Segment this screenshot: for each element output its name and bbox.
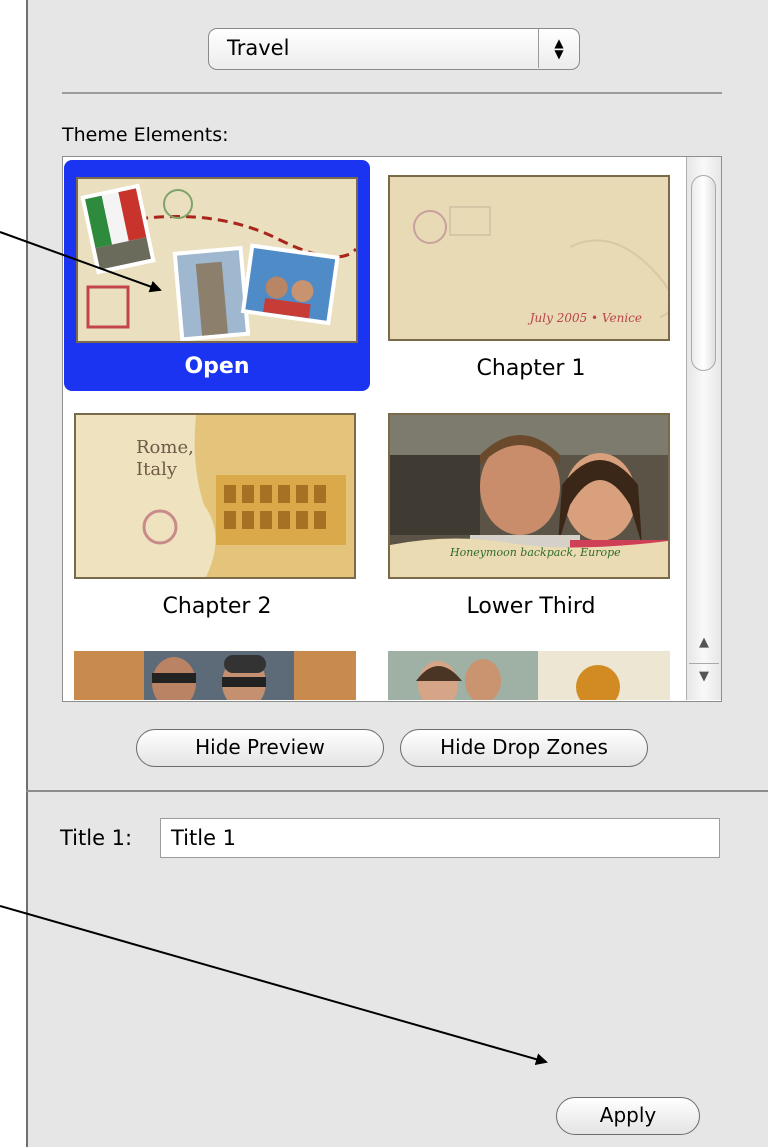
hide-preview-button[interactable]: Hide Preview bbox=[136, 729, 384, 767]
scroll-down-icon[interactable]: ▼ bbox=[687, 669, 721, 684]
theme-element-chapter-1[interactable]: July 2005 • Venice Chapter 1 bbox=[378, 160, 684, 391]
chapter-1-caption: July 2005 • Venice bbox=[529, 311, 642, 325]
chapter-2-thumbnail: Rome, Italy bbox=[74, 413, 356, 579]
partial-thumbnail-icon bbox=[74, 651, 356, 700]
theme-elements-label: Theme Elements: bbox=[62, 124, 229, 146]
divider bbox=[26, 790, 768, 792]
stepper-down-icon: ▼ bbox=[554, 46, 564, 61]
theme-element-chapter-2[interactable]: Rome, Italy Chapter 2 bbox=[64, 400, 370, 631]
theme-element-open[interactable]: Open bbox=[64, 160, 370, 391]
chapter-1-thumbnail: July 2005 • Venice bbox=[388, 175, 670, 341]
chapter-2-colosseum-icon bbox=[76, 415, 354, 577]
divider bbox=[62, 92, 722, 94]
partial-thumbnail-icon bbox=[388, 651, 670, 700]
theme-select-value: Travel bbox=[227, 36, 290, 60]
scroll-arrow-divider bbox=[689, 663, 719, 664]
scroll-up-icon[interactable]: ▲ bbox=[687, 635, 721, 650]
lower-third-caption: Honeymoon backpack, Europe bbox=[450, 546, 621, 559]
chapter-2-label: Chapter 2 bbox=[162, 594, 272, 619]
lower-third-label: Lower Third bbox=[466, 594, 596, 619]
title-1-field[interactable]: Title 1 bbox=[160, 818, 720, 858]
apply-button[interactable]: Apply bbox=[556, 1097, 700, 1135]
theme-element-row-3-left[interactable] bbox=[74, 651, 356, 700]
scrollbar-thumb[interactable] bbox=[691, 175, 716, 371]
title-1-label: Title 1: bbox=[60, 826, 133, 850]
theme-element-lower-third[interactable]: Honeymoon backpack, Europe Lower Third bbox=[378, 400, 684, 631]
theme-element-row-3-right[interactable] bbox=[388, 651, 670, 700]
open-label: Open bbox=[184, 354, 250, 379]
open-thumbnail bbox=[76, 177, 358, 343]
lower-third-thumbnail: Honeymoon backpack, Europe bbox=[388, 413, 670, 579]
chapter-2-caption: Rome, Italy bbox=[136, 437, 194, 480]
select-stepper-icon: ▲ ▼ bbox=[538, 29, 579, 68]
chapter-1-label: Chapter 1 bbox=[476, 356, 586, 381]
theme-select[interactable]: Travel ▲ ▼ bbox=[208, 28, 580, 70]
hide-drop-zones-button[interactable]: Hide Drop Zones bbox=[400, 729, 648, 767]
grid-scrollbar[interactable]: ▲ ▼ bbox=[686, 157, 721, 700]
open-collage-icon bbox=[78, 179, 356, 341]
